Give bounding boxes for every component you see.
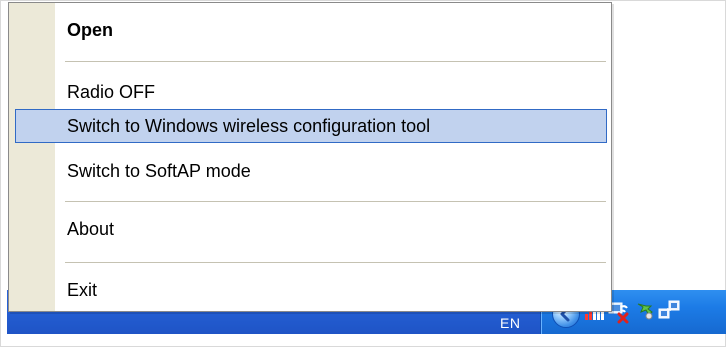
menu-item-label: Exit xyxy=(67,279,98,300)
menu-item-about[interactable]: About xyxy=(9,212,611,246)
tray-context-menu: Open Radio OFF Switch to Windows wireles… xyxy=(8,2,612,312)
menu-separator xyxy=(65,201,606,203)
language-indicator[interactable]: EN xyxy=(500,315,520,331)
menu-item-label: Open xyxy=(67,19,114,40)
network-connections-icon[interactable] xyxy=(658,300,680,322)
menu-item-label: Radio OFF xyxy=(67,81,156,102)
menu-item-open[interactable]: Open xyxy=(9,13,611,47)
menu-item-switch-to-windows-wireless-tool[interactable]: Switch to Windows wireless configuration… xyxy=(15,109,607,143)
menu-item-label: Switch to Windows wireless configuration… xyxy=(67,115,431,136)
menu-item-radio-off[interactable]: Radio OFF xyxy=(9,75,611,109)
menu-separator xyxy=(65,262,606,264)
menu-separator xyxy=(65,61,606,63)
menu-item-switch-to-softap[interactable]: Switch to SoftAP mode xyxy=(9,154,611,188)
menu-item-exit[interactable]: Exit xyxy=(9,273,611,307)
utility-icon[interactable] xyxy=(634,300,656,322)
menu-item-label: Switch to SoftAP mode xyxy=(67,160,251,181)
menu-item-label: About xyxy=(67,218,115,239)
